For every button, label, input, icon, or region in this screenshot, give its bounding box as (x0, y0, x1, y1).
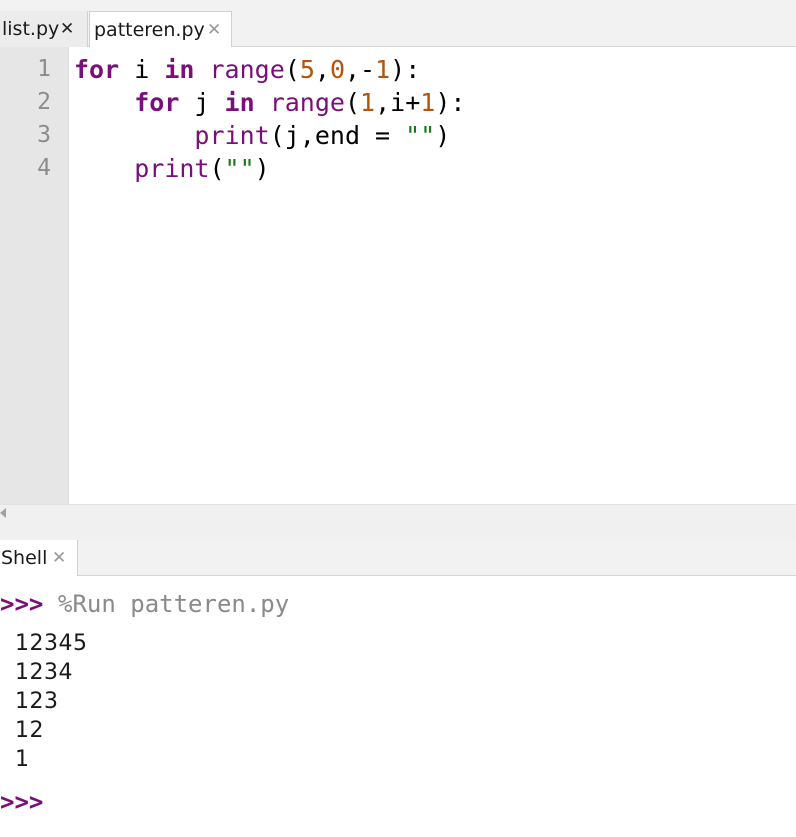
output-line: 12 (15, 718, 44, 743)
output-line: 12345 (15, 631, 88, 656)
code-token: print (194, 121, 270, 150)
code-token: for (134, 88, 180, 117)
code-token: 1 (360, 88, 376, 117)
output-line: 123 (15, 689, 59, 714)
shell-console[interactable]: >>> %Run patteren.py 12345 1234 123 12 1… (0, 576, 796, 837)
code-token: ( (209, 154, 225, 183)
code-token: 5 (299, 55, 315, 84)
code-token: range (209, 55, 285, 84)
line-number: 4 (37, 155, 51, 181)
code-token: in (164, 55, 195, 84)
code-token: ): (390, 55, 421, 84)
tab-shell[interactable]: Shell ✕ (0, 540, 78, 576)
close-icon[interactable]: ✕ (52, 540, 66, 576)
code-token: ) (254, 154, 270, 183)
code-token: ,i+ (375, 88, 421, 117)
tab-label: patteren.py (94, 19, 205, 41)
code-line[interactable]: for j in range(1,i+1): (74, 86, 465, 119)
code-token: 1 (420, 88, 436, 117)
horizontal-scrollbar[interactable] (0, 504, 796, 524)
tab-list-py[interactable]: list.py ✕ (0, 11, 88, 47)
code-token: ) (435, 121, 451, 150)
shell-prompt: >>> (0, 590, 44, 618)
close-icon[interactable]: ✕ (207, 12, 221, 48)
output-line: 1 (15, 747, 30, 772)
code-token: for (74, 55, 120, 84)
close-icon[interactable]: ✕ (60, 11, 74, 47)
code-token: ( (284, 55, 300, 84)
line-number: 3 (37, 122, 51, 148)
code-token: "" (405, 121, 436, 150)
arrow-left-icon[interactable] (0, 508, 6, 518)
code-token: ( (344, 88, 361, 117)
code-token: , (314, 55, 330, 84)
line-number-gutter: 1 2 3 4 (0, 47, 69, 504)
code-token: (j,end = (269, 121, 406, 150)
code-token: in (224, 88, 255, 117)
code-token: j (179, 88, 225, 117)
code-token: ): (435, 88, 466, 117)
code-line[interactable]: print("") (74, 152, 270, 185)
output-line: 1234 (15, 660, 73, 685)
code-token: range (269, 88, 345, 117)
editor-tab-bar: list.py ✕ patteren.py ✕ (0, 0, 796, 48)
code-editor[interactable]: 1 2 3 4 for i in range(5,0,-1): for j in… (0, 47, 796, 504)
code-token: ,- (345, 55, 376, 84)
shell-input-prompt[interactable]: >>> (0, 786, 43, 818)
code-token: 1 (375, 55, 391, 84)
code-token: "" (224, 154, 255, 183)
tab-label: Shell (1, 547, 48, 569)
code-token: print (134, 154, 210, 183)
shell-command: %Run patteren.py (58, 590, 290, 618)
pane-splitter[interactable] (0, 524, 796, 540)
line-number: 1 (37, 56, 51, 82)
tab-patteren-py[interactable]: patteren.py ✕ (89, 11, 232, 48)
code-line[interactable]: print(j,end = "") (74, 119, 450, 152)
line-number: 2 (37, 89, 51, 115)
shell-tab-bar: Shell ✕ (0, 540, 796, 576)
code-line[interactable]: for i in range(5,0,-1): (74, 53, 420, 86)
code-token: 0 (329, 55, 345, 84)
tab-label: list.py (2, 18, 60, 40)
code-token: i (119, 55, 165, 84)
